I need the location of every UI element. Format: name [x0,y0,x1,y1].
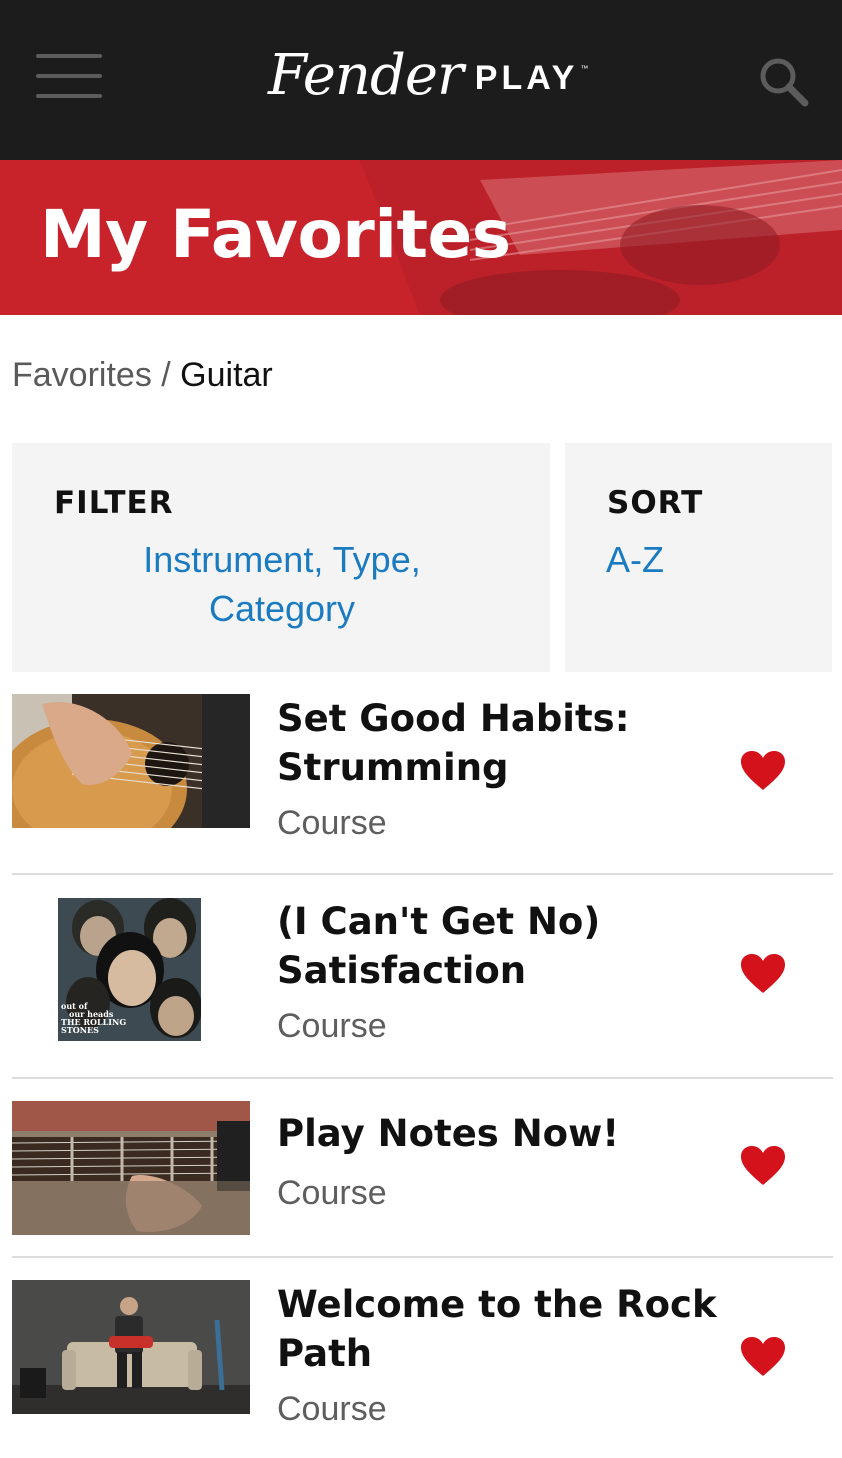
top-navigation-bar: Fender PLAY ™ [0,0,842,160]
rolling-stones-album-thumbnail: out of our heads THE ROLLING STONES [58,898,201,1041]
album-cover-text: out of our heads THE ROLLING STONES [61,1002,126,1034]
list-divider [12,1077,833,1079]
filter-value[interactable]: Instrument, Type, Category [72,535,492,633]
sort-heading: SORT [607,485,704,521]
item-type: Course [277,1390,387,1428]
item-title[interactable]: Welcome to the Rock Path [277,1280,717,1378]
list-divider [12,1256,833,1258]
search-icon[interactable] [756,54,812,110]
list-divider [12,873,833,875]
breadcrumb-current: Guitar [180,356,273,394]
list-item[interactable]: out of our heads THE ROLLING STONES (I C… [12,897,833,1057]
filter-panel[interactable]: FILTER Instrument, Type, Category [12,443,550,672]
sort-panel[interactable]: SORT A-Z [565,443,832,672]
list-item[interactable]: Welcome to the Rock Path Course [12,1280,833,1440]
item-title[interactable]: Play Notes Now! [277,1109,717,1158]
logo-trademark: ™ [580,63,589,73]
page-title: My Favorites [40,196,511,273]
hamburger-menu-icon[interactable] [36,54,102,100]
favorite-heart-icon[interactable] [740,1336,786,1378]
hero-banner: My Favorites [0,160,842,315]
item-type: Course [277,1174,387,1212]
guitar-neck-fretting-thumbnail [12,1101,250,1235]
logo-script-text: Fender [268,42,464,108]
breadcrumb-separator: / [151,356,181,394]
favorite-heart-icon[interactable] [740,953,786,995]
item-title[interactable]: (I Can't Get No) Satisfaction [277,897,717,995]
breadcrumb: Favorites / Guitar [12,356,273,395]
acoustic-guitar-strumming-thumbnail [12,694,250,828]
fender-play-logo[interactable]: Fender PLAY ™ [268,30,588,120]
item-type: Course [277,804,387,842]
logo-play-text: PLAY [474,58,579,97]
sort-value[interactable]: A-Z [606,535,664,584]
list-item[interactable]: Play Notes Now! Course [12,1101,833,1241]
item-title[interactable]: Set Good Habits: Strumming [277,694,717,792]
filter-heading: FILTER [54,485,174,521]
breadcrumb-favorites-link[interactable]: Favorites [12,356,152,394]
favorite-heart-icon[interactable] [740,750,786,792]
album-text-line: STONES [61,1025,99,1035]
favorite-heart-icon[interactable] [740,1145,786,1187]
list-item[interactable]: Set Good Habits: Strumming Course [12,694,833,854]
item-type: Course [277,1007,387,1045]
guitarist-on-couch-thumbnail [12,1280,250,1414]
